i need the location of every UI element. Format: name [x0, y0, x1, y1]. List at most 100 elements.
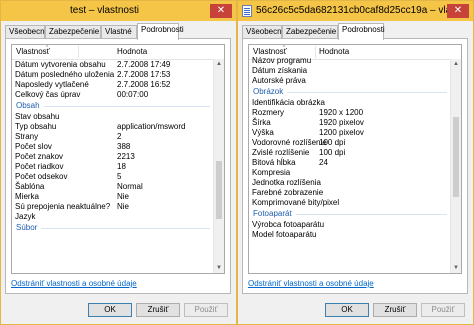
property-row[interactable]: Komprimované bity/pixel — [249, 198, 451, 208]
property-row[interactable]: Dátum posledného uloženia 2.7.2008 17:53 — [12, 70, 214, 80]
property-row[interactable]: Sú prepojenia neaktuálne? Nie — [12, 202, 214, 212]
scroll-thumb[interactable] — [453, 117, 459, 197]
group-header: Fotoaparát — [249, 208, 451, 220]
property-name: Šablóna — [15, 182, 45, 191]
property-row[interactable]: Výška 1200 pixelov — [249, 128, 451, 138]
column-header-value[interactable]: Hodnota — [319, 47, 349, 56]
scroll-up-arrow-icon[interactable]: ▲ — [214, 59, 224, 69]
column-header-property[interactable]: Vlastnosť — [253, 47, 287, 56]
tab-custom[interactable]: Vlastné — [101, 25, 137, 39]
cancel-button[interactable]: Zrušiť — [373, 303, 417, 317]
property-name: Počet odsekov — [15, 172, 68, 181]
property-row[interactable]: Model fotoaparátu — [249, 230, 451, 240]
details-panel: ^ Vlastnosť Hodnota Názov programu Dátum … — [242, 38, 468, 294]
property-row[interactable]: Šírka 1920 pixelov — [249, 118, 451, 128]
tab-security[interactable]: Zabezpečenie — [45, 25, 101, 39]
apply-button[interactable]: Použiť — [184, 303, 228, 317]
scroll-up-arrow-icon[interactable]: ▲ — [451, 59, 461, 69]
property-row[interactable]: Počet znakov 2213 — [12, 152, 214, 162]
property-row[interactable]: Počet riadkov 18 — [12, 162, 214, 172]
property-value: 2.7.2008 16:52 — [117, 80, 171, 89]
tab-general[interactable]: Všeobecné — [242, 25, 286, 39]
property-row[interactable]: Bitová hĺbka 24 — [249, 158, 451, 168]
remove-properties-link[interactable]: Odstrániť vlastnosti a osobné údaje — [11, 279, 137, 288]
property-row[interactable]: Vodorovné rozlíšenie 100 dpi — [249, 138, 451, 148]
property-name: Názov programu — [252, 56, 312, 65]
window-title: 56c26c5c5da682131cb0caf8d25cc19a – vlast — [256, 5, 447, 16]
group-divider — [44, 106, 210, 107]
property-name: Identifikácia obrázka — [252, 98, 325, 107]
property-name: Farebné zobrazenie — [252, 188, 324, 197]
ok-button[interactable]: OK — [325, 303, 369, 317]
ok-button[interactable]: OK — [88, 303, 132, 317]
property-row[interactable]: Typ obsahu application/msword — [12, 122, 214, 132]
property-value: 1920 x 1200 — [319, 108, 364, 117]
property-row[interactable]: Šablóna Normal — [12, 182, 214, 192]
property-name: Jednotka rozlíšenia — [252, 178, 321, 187]
property-row[interactable]: Stav obsahu — [12, 112, 214, 122]
property-row[interactable]: Naposledy vytlačené 2.7.2008 16:52 — [12, 80, 214, 90]
tab-details[interactable]: Podrobnosti — [338, 23, 385, 40]
property-rows: Názov programu Dátum získania Autorské prá… — [249, 56, 451, 273]
tab-security[interactable]: Zabezpečenie — [282, 25, 338, 39]
property-row[interactable]: Počet slov 388 — [12, 142, 214, 152]
property-value: 5 — [117, 172, 122, 181]
property-name: Počet riadkov — [15, 162, 64, 171]
scroll-down-arrow-icon[interactable]: ▼ — [214, 263, 224, 273]
property-row[interactable]: Autorské práva — [249, 76, 451, 86]
property-row[interactable]: Dátum vytvorenia obsahu 2.7.2008 17:49 — [12, 60, 214, 70]
property-name: Dátum získania — [252, 66, 308, 75]
vertical-scrollbar[interactable]: ▲ ▼ — [213, 59, 224, 273]
scroll-thumb[interactable] — [216, 161, 222, 219]
property-row[interactable]: Mierka Nie — [12, 192, 214, 202]
list-header: ^ Vlastnosť Hodnota — [12, 45, 224, 60]
property-list: ^ Vlastnosť Hodnota Názov programu Dátum … — [248, 44, 462, 274]
property-row[interactable]: Dátum získania — [249, 66, 451, 76]
remove-properties-link[interactable]: Odstrániť vlastnosti a osobné údaje — [248, 279, 374, 288]
property-row[interactable]: Kompresia — [249, 168, 451, 178]
title-bar[interactable]: test – vlastnosti ✕ — [1, 1, 236, 21]
property-row[interactable]: Počet odsekov 5 — [12, 172, 214, 182]
property-row[interactable]: Zvislé rozlíšenie 100 dpi — [249, 148, 451, 158]
property-row[interactable]: Názov programu — [249, 56, 451, 66]
property-name: Kompresia — [252, 168, 291, 177]
property-value: 00:07:00 — [117, 90, 149, 99]
cancel-button[interactable]: Zrušiť — [136, 303, 180, 317]
close-button[interactable]: ✕ — [447, 4, 469, 18]
property-row[interactable]: Jazyk — [12, 212, 214, 222]
scroll-down-arrow-icon[interactable]: ▼ — [451, 263, 461, 273]
vertical-scrollbar[interactable]: ▲ ▼ — [450, 59, 461, 273]
property-name: Dátum posledného uloženia — [15, 70, 115, 79]
property-name: Model fotoaparátu — [252, 230, 317, 239]
apply-button[interactable]: Použiť — [421, 303, 465, 317]
property-row[interactable]: Výrobca fotoaparátu — [249, 220, 451, 230]
group-divider — [296, 214, 447, 215]
property-row[interactable]: Celkový čas úprav 00:07:00 — [12, 90, 214, 100]
property-value: Nie — [117, 202, 130, 211]
property-value: 100 dpi — [319, 138, 346, 147]
tab-details[interactable]: Podrobnosti — [137, 23, 184, 40]
group-label: Obsah — [16, 101, 40, 110]
property-row[interactable]: Farebné zobrazenie — [249, 188, 451, 198]
document-icon — [242, 5, 252, 17]
property-name: Bitová hĺbka — [252, 158, 296, 167]
property-value: 388 — [117, 142, 131, 151]
property-name: Výška — [252, 128, 274, 137]
tab-general[interactable]: Všeobecné — [5, 25, 49, 39]
column-header-value[interactable]: Hodnota — [117, 47, 147, 56]
property-value: application/msword — [117, 122, 186, 131]
property-row[interactable]: Identifikácia obrázka — [249, 98, 451, 108]
column-header-property[interactable]: Vlastnosť — [16, 47, 50, 56]
property-value: 2213 — [117, 152, 135, 161]
column-divider[interactable] — [78, 46, 79, 58]
property-row[interactable]: Strany 2 — [12, 132, 214, 142]
close-button[interactable]: ✕ — [210, 4, 232, 18]
property-name: Strany — [15, 132, 39, 141]
property-value: 24 — [319, 158, 328, 167]
property-row[interactable]: Rozmery 1920 x 1200 — [249, 108, 451, 118]
property-row[interactable]: Jednotka rozlíšenia — [249, 178, 451, 188]
property-name: Vodorovné rozlíšenie — [252, 138, 327, 147]
group-label: Fotoaparát — [253, 209, 292, 218]
property-value: 100 dpi — [319, 148, 346, 157]
title-bar[interactable]: 56c26c5c5da682131cb0caf8d25cc19a – vlast… — [238, 1, 473, 21]
